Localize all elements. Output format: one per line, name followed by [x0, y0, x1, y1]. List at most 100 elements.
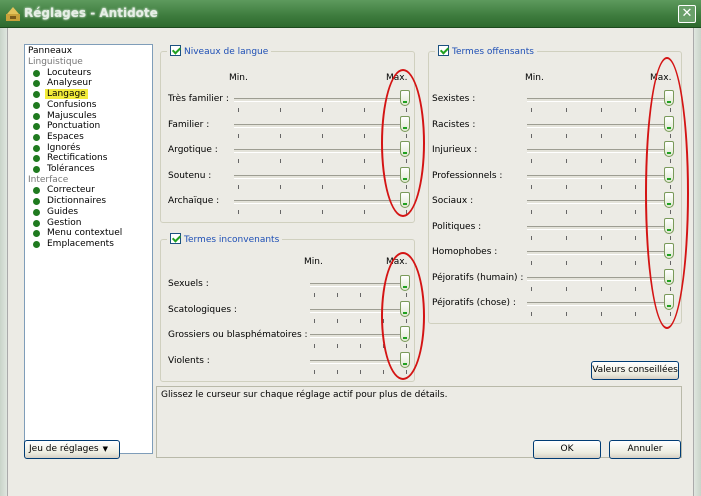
slider-track — [234, 98, 410, 102]
slider-tick — [531, 159, 532, 163]
niveaux-title: Niveaux de langue — [184, 47, 269, 57]
slider-tick — [322, 210, 323, 214]
details-box: Glissez le curseur sur chaque réglage ac… — [156, 386, 682, 458]
panel-item-label: Gestion — [47, 217, 82, 228]
slider-tick — [635, 210, 637, 214]
bullet-icon — [33, 155, 40, 163]
panel-item-label: Confusions — [47, 99, 97, 110]
niveaux-row-label: Archaïque : — [168, 196, 220, 206]
slider-tick — [360, 293, 361, 297]
slider-tick — [531, 184, 532, 189]
slider-tick — [600, 159, 602, 163]
panel-item-label: Rectifications — [47, 153, 108, 164]
inconvenants-title: Termes inconvenants — [184, 235, 280, 245]
slider-tick — [600, 312, 602, 316]
slider-tick — [337, 344, 338, 348]
panel-item-label: Ignorés — [47, 142, 81, 153]
bullet-icon — [33, 219, 40, 227]
offensants-row-label: Professionnels : — [432, 170, 503, 181]
niveaux-row-label: Soutenu : — [168, 170, 212, 181]
bullet-icon — [33, 187, 40, 195]
slider-tick — [635, 312, 637, 316]
slider-tick — [531, 210, 532, 214]
title-bar[interactable]: Réglages - Antidote ✕ — [0, 0, 701, 28]
slider-tick — [337, 293, 338, 297]
check-icon[interactable] — [170, 233, 181, 244]
slider-tick — [364, 108, 365, 112]
bullet-icon — [33, 91, 40, 99]
offensants-row-label: Sexistes : — [432, 94, 476, 104]
offensants-legend[interactable]: Termes offensants — [435, 45, 537, 57]
slider-tick — [238, 210, 239, 214]
jeu-label: Jeu de réglages — [29, 444, 99, 454]
valeurs-conseillees-button[interactable]: Valeurs conseillées — [591, 361, 679, 380]
panel-item-label: Dictionnaires — [47, 196, 107, 207]
panel-item-label: Menu contextuel — [47, 228, 123, 239]
panel-item-label: Ponctuation — [47, 121, 101, 132]
ok-button[interactable]: OK — [533, 440, 601, 459]
jeu-de-reglages-dropdown[interactable]: Jeu de réglages ▼ — [24, 440, 120, 459]
slider-tick — [364, 210, 365, 214]
panels-list[interactable]: Panneaux Linguistique Locuteurs Analyseur L… — [24, 44, 153, 454]
inconvenants-row-label: Grossiers ou blasphématoires : — [168, 330, 308, 340]
slider-tick — [635, 184, 637, 189]
panel-item-label: Espaces — [47, 131, 84, 142]
slider-tick — [314, 293, 315, 297]
niveaux-legend[interactable]: Niveaux de langue — [167, 45, 272, 57]
offensants-row-label: Péjoratifs (chose) : — [432, 298, 516, 308]
panel-item-label: Majuscules — [47, 110, 97, 121]
slider-tick — [280, 184, 281, 189]
slider-tick — [337, 318, 338, 323]
bullet-icon — [33, 123, 40, 131]
slider-tick — [322, 133, 323, 138]
slider-tick — [238, 159, 239, 163]
slider-tick — [322, 184, 323, 189]
bullet-icon — [33, 80, 40, 88]
window-frame-left — [0, 28, 7, 496]
details-text: Glissez le curseur sur chaque réglage ac… — [161, 390, 448, 400]
offensants-row-label: Sociaux : — [432, 196, 474, 206]
slider-tick — [565, 159, 567, 163]
bullet-icon — [33, 101, 40, 109]
slider-tick — [600, 210, 602, 214]
slider-tick — [565, 286, 567, 291]
bullet-icon — [33, 69, 40, 77]
slider-tick — [360, 344, 361, 348]
slider-tick — [314, 369, 315, 374]
inconvenants-row-label: Sexuels : — [168, 279, 209, 289]
offensants-min-label: Min. — [525, 73, 544, 83]
slider-tick — [238, 184, 239, 189]
slider-tick — [635, 286, 637, 291]
panel-item-label: Locuteurs — [47, 67, 92, 78]
slider-tick — [565, 108, 567, 112]
close-icon[interactable]: ✕ — [678, 5, 696, 23]
niveaux-row-label: Argotique : — [168, 145, 218, 155]
niveaux-row-label: Familier : — [168, 119, 210, 130]
annotation-oval-offensants — [645, 57, 689, 329]
slider-tick — [322, 108, 323, 112]
slider-tick — [600, 235, 602, 240]
triangle-down-icon: ▼ — [102, 445, 108, 453]
bullet-icon — [33, 144, 40, 152]
bullet-icon — [33, 230, 40, 238]
slider-tick — [314, 318, 315, 323]
slider-tick — [238, 108, 239, 112]
offensants-row-label: Homophobes : — [432, 247, 498, 257]
inconvenants-legend[interactable]: Termes inconvenants — [167, 233, 283, 245]
check-icon[interactable] — [438, 45, 449, 56]
panel-item-label: Emplacements — [47, 238, 114, 249]
panel-group-label: Interface — [28, 174, 69, 185]
annuler-button[interactable]: Annuler — [609, 440, 681, 459]
slider-tick — [314, 344, 315, 348]
window-title: Réglages - Antidote — [24, 6, 158, 20]
slider-tick — [565, 235, 567, 240]
check-icon[interactable] — [170, 45, 181, 56]
niveaux-min-label: Min. — [229, 73, 248, 83]
offensants-row-label: Politiques : — [432, 221, 482, 232]
offensants-row-label: Racistes : — [432, 119, 476, 130]
inconvenants-row-label: Scatologiques : — [168, 304, 237, 315]
slider-tick — [635, 235, 637, 240]
slider-tick — [565, 312, 567, 316]
niveaux-row-label: Très familier : — [168, 94, 229, 104]
slider-tick — [531, 133, 532, 138]
